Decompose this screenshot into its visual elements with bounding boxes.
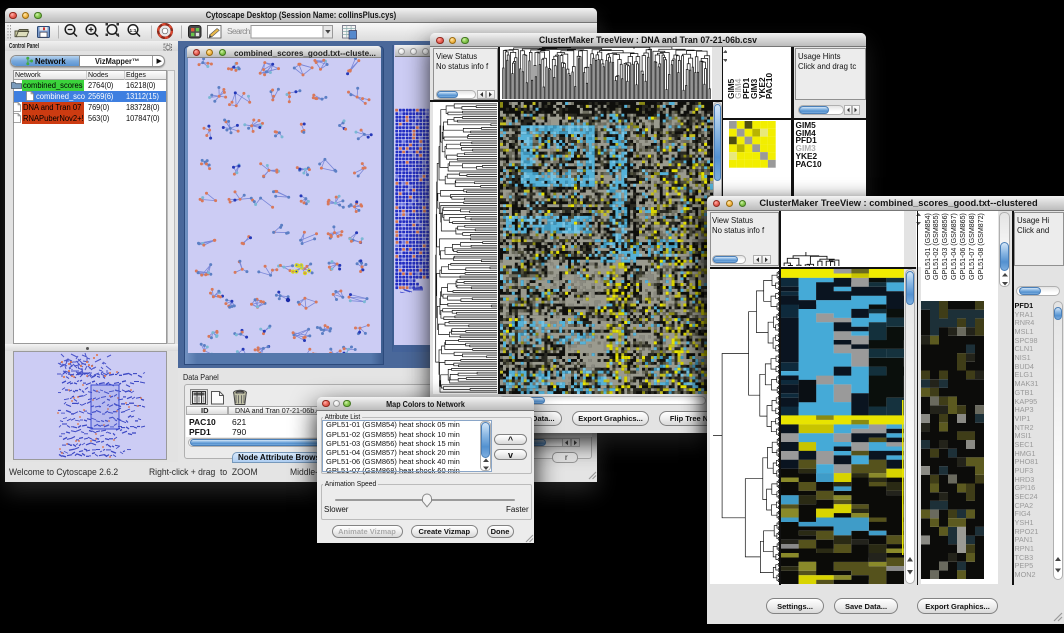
svg-text:Search:: Search: — [227, 26, 252, 36]
svg-text:1:1: 1:1 — [129, 28, 136, 34]
